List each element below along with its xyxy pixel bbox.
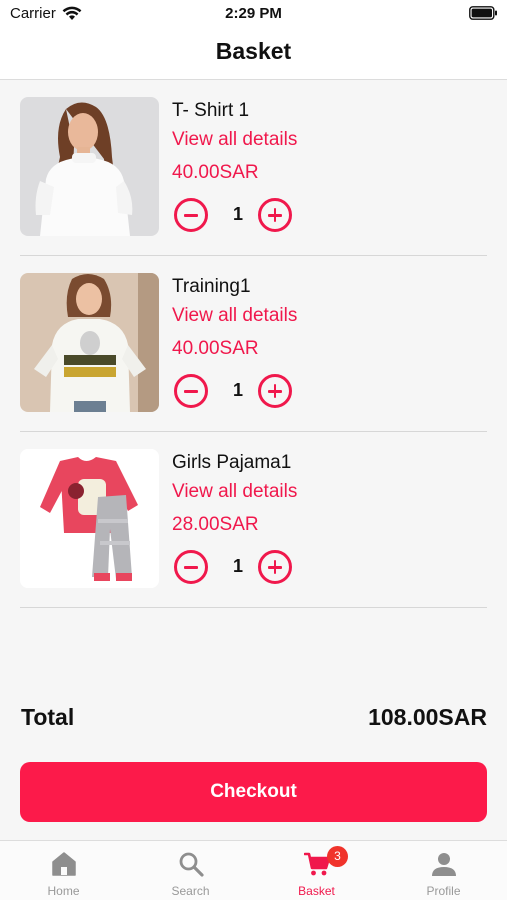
tab-label: Search <box>171 884 210 898</box>
increase-quantity-button[interactable] <box>258 198 292 232</box>
clock: 2:29 PM <box>225 5 282 22</box>
product-price: 40.00SAR <box>172 162 259 183</box>
product-price: 40.00SAR <box>172 338 259 359</box>
total-row: Total 108.00SAR <box>21 704 487 736</box>
home-icon <box>51 852 76 876</box>
tab-basket[interactable]: 3 Basket <box>253 841 380 900</box>
product-image-pink-pajama[interactable] <box>20 449 159 588</box>
tab-label: Basket <box>298 884 335 898</box>
product-name: Girls Pajama1 <box>172 452 292 473</box>
increase-quantity-button[interactable] <box>258 374 292 408</box>
decrease-quantity-button[interactable] <box>174 550 208 584</box>
increase-quantity-button[interactable] <box>258 550 292 584</box>
tab-search[interactable]: Search <box>127 841 254 900</box>
tab-label: Home <box>47 884 80 898</box>
basket-item: Girls Pajama1 View all details 28.00SAR … <box>20 432 487 608</box>
quantity-stepper: 1 <box>172 198 312 234</box>
navigation-bar: Basket <box>0 28 507 80</box>
page-title: Basket <box>215 38 292 64</box>
total-value: 108.00SAR <box>368 704 487 730</box>
person-icon <box>431 853 456 876</box>
checkout-button[interactable]: Checkout <box>20 762 487 822</box>
view-details-link[interactable]: View all details <box>172 481 297 503</box>
total-label: Total <box>21 704 75 730</box>
product-image-white-tshirt[interactable] <box>20 97 159 236</box>
product-image-graphic-tee[interactable] <box>20 273 159 412</box>
quantity-value: 1 <box>232 556 243 576</box>
tab-label: Profile <box>426 884 461 898</box>
basket-item: T- Shirt 1 View all details 40.00SAR 1 <box>20 80 487 256</box>
quantity-value: 1 <box>232 204 243 224</box>
tab-home[interactable]: Home <box>0 841 127 900</box>
cart-icon <box>303 852 330 876</box>
decrease-quantity-button[interactable] <box>174 374 208 408</box>
battery-icon <box>469 6 498 24</box>
cart-count-badge: 3 <box>327 846 348 867</box>
quantity-stepper: 1 <box>172 374 312 410</box>
status-bar: Carrier 2:29 PM <box>0 0 507 28</box>
basket-item: Training1 View all details 40.00SAR 1 <box>20 256 487 432</box>
quantity-value: 1 <box>232 380 243 400</box>
tab-profile[interactable]: Profile <box>380 841 507 900</box>
quantity-stepper: 1 <box>172 550 312 586</box>
view-details-link[interactable]: View all details <box>172 305 297 327</box>
product-name: Training1 <box>172 276 251 297</box>
tab-bar: Home Search 3 Basket Profile <box>0 840 507 900</box>
decrease-quantity-button[interactable] <box>174 198 208 232</box>
product-name: T- Shirt 1 <box>172 100 250 121</box>
search-icon <box>179 852 204 877</box>
view-details-link[interactable]: View all details <box>172 129 297 151</box>
product-price: 28.00SAR <box>172 514 259 535</box>
